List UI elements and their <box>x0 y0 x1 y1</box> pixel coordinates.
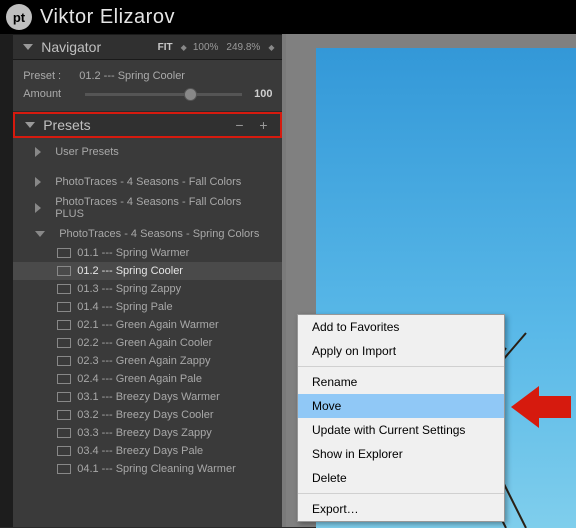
presets-header[interactable]: Presets − + <box>13 112 282 138</box>
preset-item[interactable]: 01.4 --- Spring Pale <box>13 298 282 316</box>
preset-item-label: 03.2 --- Breezy Days Cooler <box>77 409 213 421</box>
preset-icon <box>57 302 71 312</box>
left-gutter <box>0 34 13 527</box>
amount-value: 100 <box>254 88 272 100</box>
updown-icon: ◆ <box>181 43 185 52</box>
amount-slider[interactable] <box>85 93 242 96</box>
tree-group[interactable]: PhotoTraces - 4 Seasons - Fall Colors <box>13 172 282 192</box>
preset-item-label: 02.1 --- Green Again Warmer <box>77 319 218 331</box>
preset-item[interactable]: 03.3 --- Breezy Days Zappy <box>13 424 282 442</box>
updown-icon: ◆ <box>268 43 272 52</box>
tree-group-label: User Presets <box>55 146 119 158</box>
tree-group-label: PhotoTraces - 4 Seasons - Fall Colors PL… <box>55 196 272 220</box>
author-title: Viktor Elizarov <box>40 6 175 29</box>
preset-item-label: 01.4 --- Spring Pale <box>77 301 172 313</box>
menu-item[interactable]: Delete <box>298 466 504 490</box>
menu-separator <box>298 366 504 367</box>
preset-item[interactable]: 02.3 --- Green Again Zappy <box>13 352 282 370</box>
red-arrow-callout <box>511 386 571 428</box>
context-menu: Add to FavoritesApply on Import RenameMov… <box>297 314 505 522</box>
preset-label: Preset : <box>23 70 73 82</box>
chevron-down-icon <box>23 44 33 50</box>
navigator-header[interactable]: Navigator FIT ◆ 100% 249.8% ◆ <box>13 34 282 60</box>
preset-item-label: 03.4 --- Breezy Days Pale <box>77 445 203 457</box>
plus-icon[interactable]: + <box>256 117 270 133</box>
preset-item[interactable]: 03.1 --- Breezy Days Warmer <box>13 388 282 406</box>
menu-separator <box>298 493 504 494</box>
chevron-down-icon <box>25 122 35 128</box>
tree-group-label: PhotoTraces - 4 Seasons - Fall Colors <box>55 176 241 188</box>
menu-item[interactable]: Move <box>298 394 504 418</box>
preset-item[interactable]: 02.1 --- Green Again Warmer <box>13 316 282 334</box>
zoom-levels[interactable]: FIT ◆ 100% 249.8% ◆ <box>158 42 273 53</box>
preset-item-label: 03.1 --- Breezy Days Warmer <box>77 391 220 403</box>
logo-badge: pt <box>6 4 32 30</box>
preset-icon <box>57 446 71 456</box>
preset-icon <box>57 284 71 294</box>
preset-item-label: 01.1 --- Spring Warmer <box>77 247 189 259</box>
preset-item[interactable]: 01.3 --- Spring Zappy <box>13 280 282 298</box>
preset-icon <box>57 338 71 348</box>
tree-group-user[interactable]: User Presets <box>13 142 282 162</box>
menu-item[interactable]: Add to Favorites <box>298 315 504 339</box>
preset-info-block: Preset : 01.2 --- Spring Cooler Amount 1… <box>13 60 282 112</box>
zoom-custom[interactable]: 249.8% <box>226 42 260 53</box>
preset-item[interactable]: 03.4 --- Breezy Days Pale <box>13 442 282 460</box>
preset-icon <box>57 356 71 366</box>
preset-item[interactable]: 02.4 --- Green Again Pale <box>13 370 282 388</box>
tree-group-label: PhotoTraces - 4 Seasons - Spring Colors <box>59 228 259 240</box>
minus-icon[interactable]: − <box>232 117 246 133</box>
menu-item[interactable]: Show in Explorer <box>298 442 504 466</box>
zoom-100[interactable]: 100% <box>193 42 219 53</box>
preset-icon <box>57 410 71 420</box>
preset-item-label: 02.3 --- Green Again Zappy <box>77 355 210 367</box>
menu-item[interactable]: Apply on Import <box>298 339 504 363</box>
preset-item[interactable]: 01.1 --- Spring Warmer <box>13 244 282 262</box>
tree-group[interactable]: PhotoTraces - 4 Seasons - Fall Colors PL… <box>13 192 282 224</box>
preset-icon <box>57 248 71 258</box>
zoom-fit[interactable]: FIT <box>158 42 173 53</box>
preset-item-label: 02.2 --- Green Again Cooler <box>77 337 212 349</box>
preset-item[interactable]: 02.2 --- Green Again Cooler <box>13 334 282 352</box>
chevron-down-icon <box>35 231 45 237</box>
chevron-right-icon <box>35 147 41 157</box>
chevron-right-icon <box>35 177 41 187</box>
slider-thumb[interactable] <box>184 88 197 101</box>
preset-item[interactable]: 01.2 --- Spring Cooler <box>13 262 282 280</box>
preset-icon <box>57 428 71 438</box>
navigator-title: Navigator <box>41 39 157 55</box>
tree-group-open[interactable]: PhotoTraces - 4 Seasons - Spring Colors <box>13 224 282 244</box>
preset-icon <box>57 464 71 474</box>
preset-item[interactable]: 04.1 --- Spring Cleaning Warmer <box>13 460 282 478</box>
menu-item[interactable]: Export… <box>298 497 504 521</box>
preset-icon <box>57 374 71 384</box>
preset-icon <box>57 392 71 402</box>
preset-tree: User Presets PhotoTraces - 4 Seasons - F… <box>13 138 282 478</box>
preset-name-value: 01.2 --- Spring Cooler <box>79 70 185 82</box>
presets-title: Presets <box>43 117 232 133</box>
preset-icon <box>57 320 71 330</box>
preset-item-label: 04.1 --- Spring Cleaning Warmer <box>77 463 236 475</box>
preset-item-label: 02.4 --- Green Again Pale <box>77 373 202 385</box>
preset-item-label: 01.3 --- Spring Zappy <box>77 283 181 295</box>
preset-icon <box>57 266 71 276</box>
preset-item[interactable]: 03.2 --- Breezy Days Cooler <box>13 406 282 424</box>
amount-label: Amount <box>23 88 73 100</box>
topbar: pt Viktor Elizarov <box>0 0 576 34</box>
chevron-right-icon <box>35 203 41 213</box>
left-panel: Navigator FIT ◆ 100% 249.8% ◆ Preset : 0… <box>13 34 282 527</box>
menu-item[interactable]: Update with Current Settings <box>298 418 504 442</box>
preset-item-label: 01.2 --- Spring Cooler <box>77 265 183 277</box>
menu-item[interactable]: Rename <box>298 370 504 394</box>
preset-item-label: 03.3 --- Breezy Days Zappy <box>77 427 212 439</box>
